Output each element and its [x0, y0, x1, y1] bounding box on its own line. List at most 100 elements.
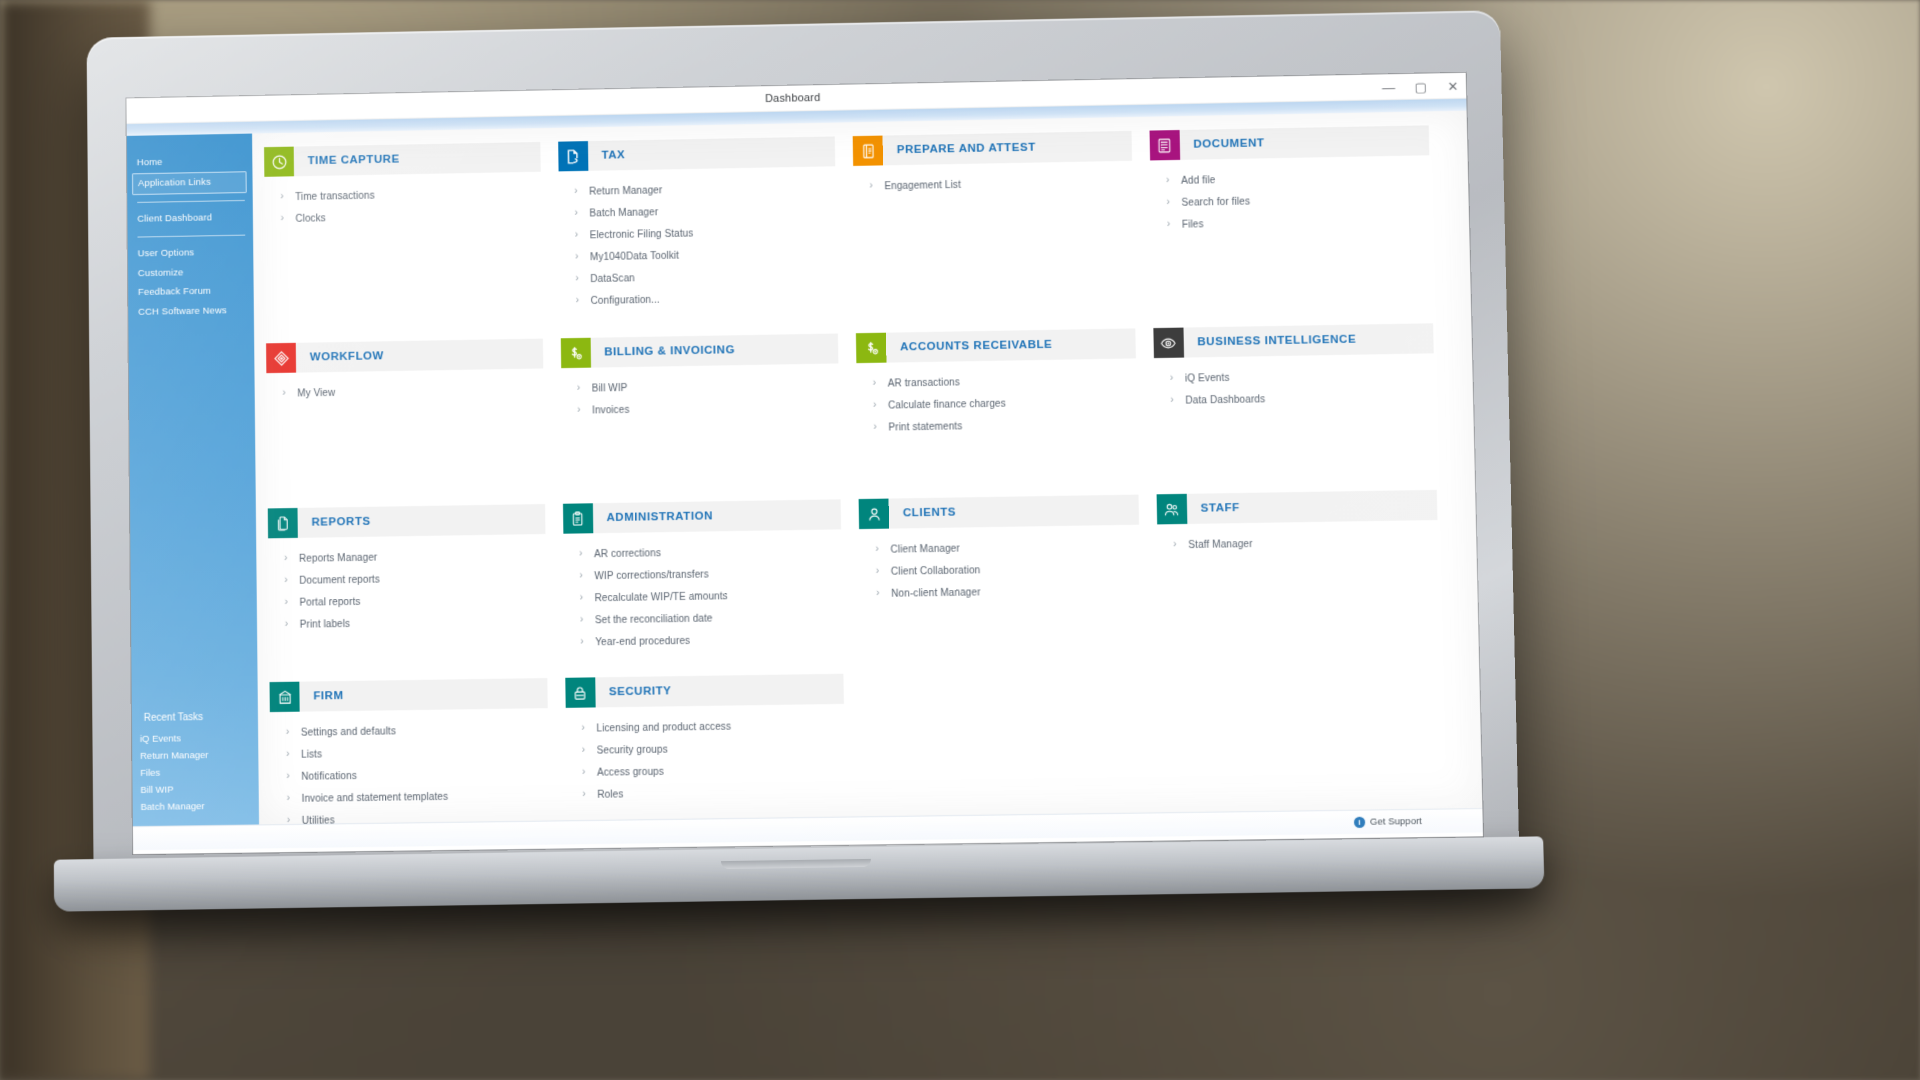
card-link-clocks[interactable]: › Clocks — [281, 203, 541, 230]
chevron-right-icon: › — [582, 790, 588, 800]
card-link-my-view[interactable]: › My View — [282, 378, 543, 404]
card-link-list: › Reports Manager › Document reports › Portal… — [268, 534, 546, 636]
attest-document-icon — [853, 136, 883, 166]
sidebar-item-customize[interactable]: Customize — [128, 262, 254, 284]
card-title-bar: BUSINESS INTELLIGENCE — [1183, 323, 1434, 357]
card-title: CLIENTS — [903, 507, 956, 520]
card-link-label: Add file — [1181, 175, 1215, 187]
close-button[interactable]: ✕ — [1446, 79, 1460, 92]
card-link-label: Roles — [597, 789, 623, 800]
chevron-right-icon: › — [873, 379, 879, 389]
window-title: Dashboard — [765, 92, 821, 105]
card-link-list: › Time transactions › Clocks — [264, 172, 541, 231]
card-link-engagement-list[interactable]: › Engagement List — [869, 171, 1132, 198]
card-title-bar: DOCUMENT — [1179, 125, 1429, 160]
eye-insight-icon — [1153, 328, 1184, 359]
card-link-list: › AR transactions › Calculate finance charg… — [856, 358, 1136, 439]
card-link-label: Invoice and statement templates — [302, 791, 449, 804]
chevron-right-icon: › — [286, 728, 292, 738]
sidebar-item-user-options[interactable]: User Options — [128, 242, 254, 264]
card-title: STAFF — [1201, 502, 1240, 515]
card-link-label: Reports Manager — [299, 552, 377, 564]
card-security: SECURITY › Licensing and product access › Se… — [565, 674, 846, 825]
card-link-invoices[interactable]: › Invoices — [577, 395, 839, 421]
card-link-list: › Staff Manager — [1157, 520, 1439, 557]
card-link-label: My1040Data Toolkit — [590, 250, 679, 263]
sidebar-item-client-dashboard[interactable]: Client Dashboard — [127, 207, 253, 229]
card-title-bar: FIRM — [299, 678, 547, 712]
card-title-bar: ADMINISTRATION — [592, 499, 841, 533]
card-title: PREPARE AND ATTEST — [897, 142, 1036, 157]
sidebar-item-feedback-forum[interactable]: Feedback Forum — [128, 281, 254, 303]
card-prepare-and-attest: PREPARE AND ATTEST › Engagement List — [853, 131, 1135, 307]
card-link-label: Client Collaboration — [891, 565, 981, 577]
card-link-data-dashboards[interactable]: › Data Dashboards — [1170, 385, 1435, 411]
chevron-right-icon: › — [1173, 540, 1179, 550]
clock-icon — [264, 147, 294, 177]
card-reports: REPORTS › Reports Manager › Document reports… — [268, 504, 547, 658]
card-billing-invoicing: BILLING & INVOICING › Bill WIP › Invoices — [560, 334, 839, 444]
card-link-print-statements[interactable]: › Print statements — [873, 412, 1137, 438]
sidebar-divider-1 — [137, 200, 245, 203]
card-link-files[interactable]: › Files — [1167, 209, 1431, 236]
chevron-right-icon: › — [574, 187, 580, 197]
recent-task-item-iq-events[interactable]: iQ Events — [132, 729, 258, 748]
sidebar-item-cch-software-news[interactable]: CCH Software News — [128, 301, 254, 323]
left-navigation-sidebar: Home Application Links Client Dashboard U… — [127, 134, 259, 827]
card-link-label: iQ Events — [1185, 372, 1230, 384]
padlock-icon — [565, 677, 595, 708]
get-support-link[interactable]: Get Support — [1370, 816, 1422, 828]
card-title-bar: REPORTS — [298, 504, 545, 538]
card-document: DOCUMENT › Add file › Search for files › Files — [1149, 125, 1432, 302]
chevron-right-icon: › — [287, 816, 293, 824]
card-header: REPORTS — [268, 504, 545, 538]
card-title: TAX — [601, 149, 625, 161]
chevron-right-icon: › — [287, 794, 293, 804]
maximize-button[interactable]: ▢ — [1414, 80, 1428, 93]
sidebar-item-application-links[interactable]: Application Links — [132, 171, 247, 195]
chevron-right-icon: › — [284, 576, 290, 586]
chevron-right-icon: › — [579, 571, 585, 581]
chevron-right-icon: › — [577, 384, 583, 394]
minimize-button[interactable]: — — [1381, 81, 1395, 94]
dollar-billing-icon — [560, 338, 590, 368]
info-icon: i — [1354, 817, 1365, 828]
recent-tasks-panel: Recent Tasks iQ Events Return Manager File… — [132, 711, 259, 816]
card-workflow: WORKFLOW › My View — [266, 339, 544, 449]
card-link-label: Bill WIP — [592, 382, 628, 394]
chevron-right-icon: › — [281, 214, 287, 224]
card-link-label: Notifications — [301, 770, 357, 782]
card-link-roles[interactable]: › Roles — [582, 780, 845, 806]
card-administration: ADMINISTRATION › AR corrections › WIP correc… — [562, 499, 843, 653]
card-title-bar: TAX — [587, 136, 835, 170]
recent-task-item-files[interactable]: Files — [132, 763, 258, 782]
workflow-diamond-icon — [266, 343, 296, 373]
card-title-bar: WORKFLOW — [296, 339, 543, 373]
card-header: TIME CAPTURE — [264, 142, 540, 177]
card-link-label: Batch Manager — [589, 207, 658, 219]
card-header: ADMINISTRATION — [562, 499, 841, 533]
card-link-non-client-manager[interactable]: › Non-client Manager — [876, 579, 1140, 605]
card-staff: STAFF › Staff Manager — [1156, 490, 1440, 645]
recent-task-item-batch-manager[interactable]: Batch Manager — [133, 797, 259, 816]
sidebar-item-home[interactable]: Home — [127, 151, 253, 173]
card-accounts-receivable: ACCOUNTS RECEIVABLE › AR transactions › Calc… — [856, 328, 1137, 439]
recent-task-item-return-manager[interactable]: Return Manager — [132, 746, 258, 765]
card-link-staff-manager[interactable]: › Staff Manager — [1173, 530, 1438, 556]
card-link-label: My View — [297, 387, 335, 399]
card-title: FIRM — [313, 690, 343, 702]
chevron-right-icon: › — [574, 209, 580, 219]
clipboard-icon — [562, 503, 592, 533]
application-body: Home Application Links Client Dashboard U… — [127, 111, 1483, 826]
card-link-print-labels[interactable]: › Print labels — [285, 610, 547, 636]
card-link-label: Files — [1182, 219, 1204, 230]
card-link-configuration[interactable]: › Configuration... — [576, 286, 838, 312]
card-link-year-end-procedures[interactable]: › Year-end procedures — [580, 628, 843, 654]
chevron-right-icon: › — [282, 389, 288, 399]
recent-task-item-bill-wip[interactable]: Bill WIP — [132, 780, 258, 799]
card-link-label: Utilities — [302, 815, 335, 825]
chevron-right-icon: › — [575, 274, 581, 284]
card-title: WORKFLOW — [310, 350, 384, 363]
card-link-list: › Engagement List — [853, 161, 1132, 198]
reports-pages-icon — [268, 508, 298, 538]
